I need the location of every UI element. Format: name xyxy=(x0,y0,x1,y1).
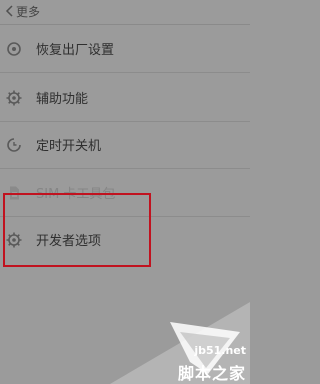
chevron-left-icon[interactable] xyxy=(3,4,17,18)
highlight-box xyxy=(3,193,151,267)
divider xyxy=(0,168,250,169)
target-icon xyxy=(7,42,21,56)
settings-item-scheduled-power[interactable]: 定时开关机 xyxy=(0,122,250,168)
settings-item-factory-reset[interactable]: 恢复出厂设置 xyxy=(0,26,250,72)
settings-item-label: 定时开关机 xyxy=(36,139,102,154)
settings-item-label: 恢复出厂设置 xyxy=(36,43,115,58)
gear-icon xyxy=(6,90,22,106)
watermark-site: jb51.net xyxy=(194,344,246,357)
page-title: 更多 xyxy=(16,5,41,19)
settings-item-accessibility[interactable]: 辅助功能 xyxy=(0,75,250,121)
settings-item-label: 辅助功能 xyxy=(36,92,89,107)
top-bar: 更多 xyxy=(0,0,250,25)
watermark-name: 脚本之家 xyxy=(177,364,246,383)
divider xyxy=(0,72,250,73)
clock-icon xyxy=(7,138,21,152)
